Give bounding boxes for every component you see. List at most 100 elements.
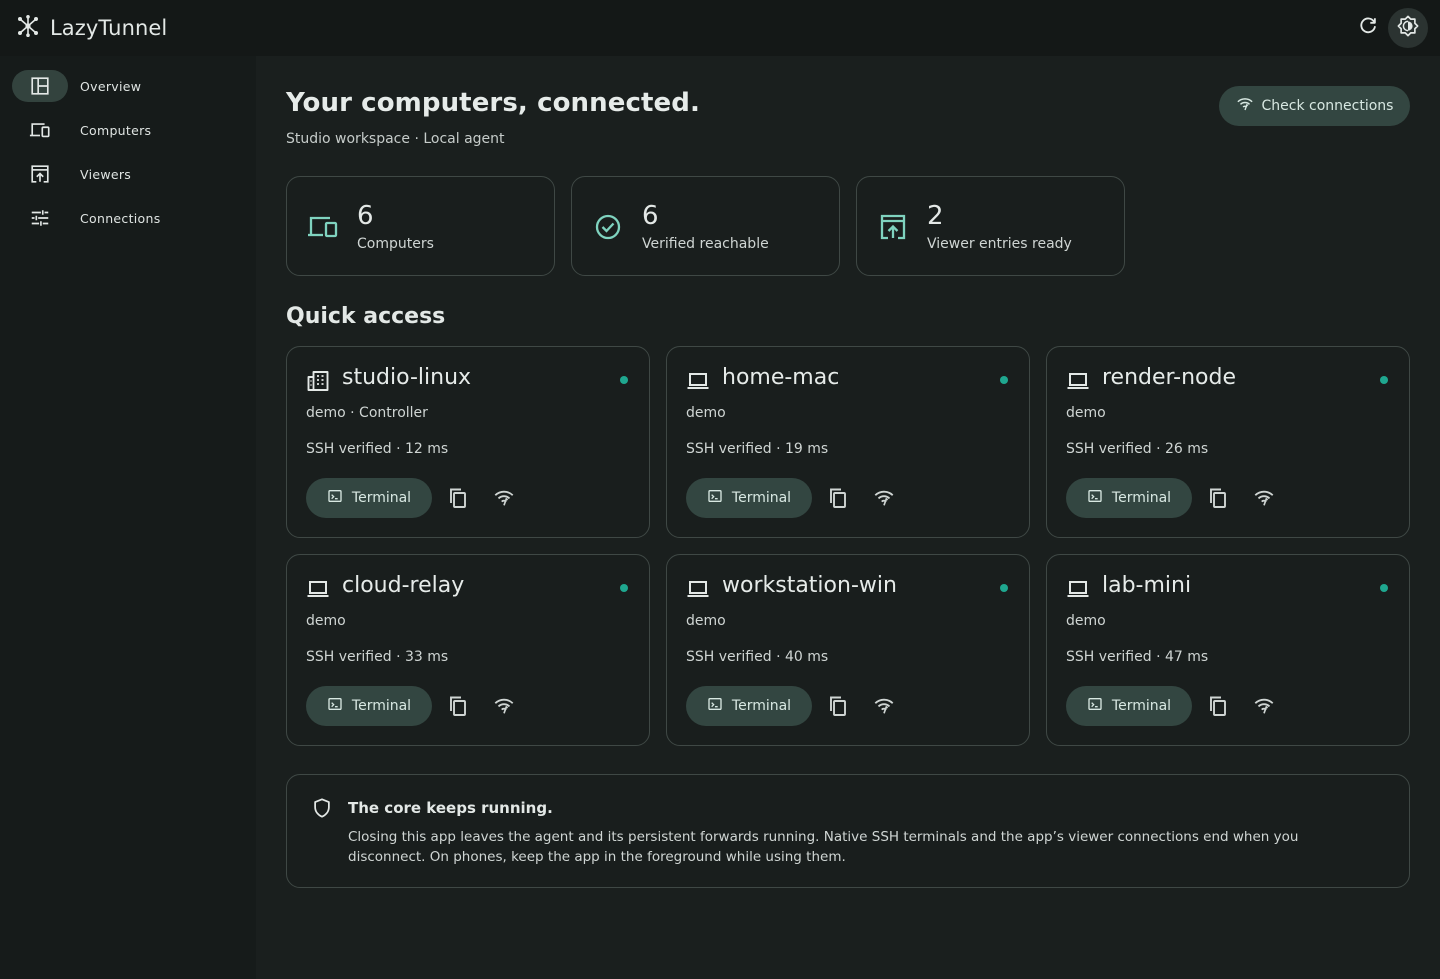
copy-icon[interactable] (446, 486, 470, 510)
check-connections-button[interactable]: Check connections (1219, 86, 1410, 126)
nav-item-connections[interactable]: Connections (12, 202, 244, 234)
copy-icon[interactable] (826, 486, 850, 510)
overview-page: Your computers, connected. Studio worksp… (256, 56, 1440, 979)
notice-title: The core keeps running. (348, 799, 553, 817)
refresh-button[interactable] (1348, 8, 1388, 48)
top-app-bar: LazyTunnel (0, 0, 1440, 56)
stat-computers: 6 Computers (286, 176, 555, 276)
terminal-button[interactable]: Terminal (306, 686, 432, 726)
computer-status: SSH verified · 26 ms (1066, 441, 1209, 457)
dashboard-icon (12, 70, 68, 102)
computer-card[interactable]: home-mac demo SSH verified · 19 ms Terminal (666, 346, 1030, 538)
computer-name: workstation-win (722, 573, 897, 598)
laptop-icon (1066, 369, 1090, 393)
online-status-dot (620, 584, 628, 592)
terminal-button[interactable]: Terminal (686, 686, 812, 726)
page-title: Your computers, connected. (286, 88, 700, 118)
computer-card[interactable]: studio-linux demo · Controller SSH verifie… (286, 346, 650, 538)
terminal-icon (1087, 696, 1112, 716)
terminal-label: Terminal (1111, 698, 1172, 714)
tune-icon (12, 202, 68, 234)
terminal-label: Terminal (731, 490, 792, 506)
navigation-rail: Overview Computers Viewers Connections (0, 56, 256, 979)
nav-label: Computers (80, 122, 152, 138)
computer-card[interactable]: render-node demo SSH verified · 26 ms Termi… (1046, 346, 1410, 538)
wifi-probe-icon[interactable] (493, 487, 515, 509)
computer-card[interactable]: workstation-win demo SSH verified · 40 ms T… (666, 554, 1030, 746)
wifi-probe-icon[interactable] (1253, 695, 1275, 717)
terminal-button[interactable]: Terminal (1066, 686, 1192, 726)
online-status-dot (1000, 584, 1008, 592)
check-connections-label: Check connections (1261, 98, 1394, 114)
refresh-icon (1357, 15, 1379, 41)
wifi-probe-icon[interactable] (873, 487, 895, 509)
stat-label: Verified reachable (642, 236, 769, 252)
laptop-icon (306, 577, 330, 601)
devices-icon (307, 213, 339, 241)
wifi-probe-icon[interactable] (493, 695, 515, 717)
computer-name: studio-linux (342, 365, 472, 390)
terminal-icon (327, 696, 352, 716)
stat-value: 6 (357, 201, 374, 231)
computer-name: lab-mini (1102, 573, 1192, 598)
open-in-browser-icon (12, 158, 68, 190)
online-status-dot (1380, 584, 1388, 592)
copy-icon[interactable] (446, 694, 470, 718)
computer-card[interactable]: lab-mini demo SSH verified · 47 ms Terminal (1046, 554, 1410, 746)
stat-verified: 6 Verified reachable (571, 176, 840, 276)
computer-status: SSH verified · 12 ms (306, 441, 449, 457)
terminal-label: Terminal (1111, 490, 1172, 506)
terminal-button[interactable]: Terminal (1066, 478, 1192, 518)
computer-status: SSH verified · 19 ms (686, 441, 829, 457)
core-running-notice: The core keeps running. Closing this app… (286, 774, 1410, 888)
laptop-icon (1066, 577, 1090, 601)
notice-body: Closing this app leaves the agent and it… (348, 829, 1299, 865)
computer-subtitle: demo (1066, 613, 1106, 629)
nav-item-computers[interactable]: Computers (12, 114, 244, 146)
online-status-dot (620, 376, 628, 384)
computer-status: SSH verified · 33 ms (306, 649, 449, 665)
terminal-button[interactable]: Terminal (686, 478, 812, 518)
stat-value: 2 (927, 201, 944, 231)
open-in-browser-icon (877, 213, 909, 241)
stat-label: Viewer entries ready (927, 236, 1072, 252)
stat-viewers: 2 Viewer entries ready (856, 176, 1125, 276)
copy-icon[interactable] (826, 694, 850, 718)
computer-name: home-mac (722, 365, 840, 390)
laptop-icon (686, 369, 710, 393)
computer-subtitle: demo (686, 405, 726, 421)
shield-icon (311, 797, 333, 819)
computer-status: SSH verified · 40 ms (686, 649, 829, 665)
nav-label: Connections (80, 210, 161, 226)
domain-icon (306, 369, 330, 393)
stat-value: 6 (642, 201, 659, 231)
copy-icon[interactable] (1206, 694, 1230, 718)
copy-icon[interactable] (1206, 486, 1230, 510)
terminal-label: Terminal (351, 490, 412, 506)
wifi-probe-icon (1236, 95, 1262, 117)
terminal-icon (327, 488, 352, 508)
nav-item-viewers[interactable]: Viewers (12, 158, 244, 190)
check-circle-icon (592, 213, 624, 241)
nav-item-overview[interactable]: Overview (12, 70, 244, 102)
computer-subtitle: demo (306, 613, 346, 629)
theme-toggle-button[interactable] (1388, 8, 1428, 48)
computer-name: render-node (1102, 365, 1237, 390)
computer-card[interactable]: cloud-relay demo SSH verified · 33 ms Termi… (286, 554, 650, 746)
wifi-probe-icon[interactable] (1253, 487, 1275, 509)
online-status-dot (1380, 376, 1388, 384)
laptop-icon (686, 577, 710, 601)
computer-subtitle: demo (686, 613, 726, 629)
computer-status: SSH verified · 47 ms (1066, 649, 1209, 665)
brand: LazyTunnel (16, 14, 167, 42)
terminal-label: Terminal (351, 698, 412, 714)
brightness-icon (1397, 15, 1419, 41)
terminal-icon (707, 488, 732, 508)
terminal-button[interactable]: Terminal (306, 478, 432, 518)
quick-access-title: Quick access (286, 304, 446, 329)
wifi-probe-icon[interactable] (873, 695, 895, 717)
terminal-icon (1087, 488, 1112, 508)
app-title: LazyTunnel (50, 16, 168, 40)
nav-label: Viewers (80, 166, 132, 182)
terminal-label: Terminal (731, 698, 792, 714)
